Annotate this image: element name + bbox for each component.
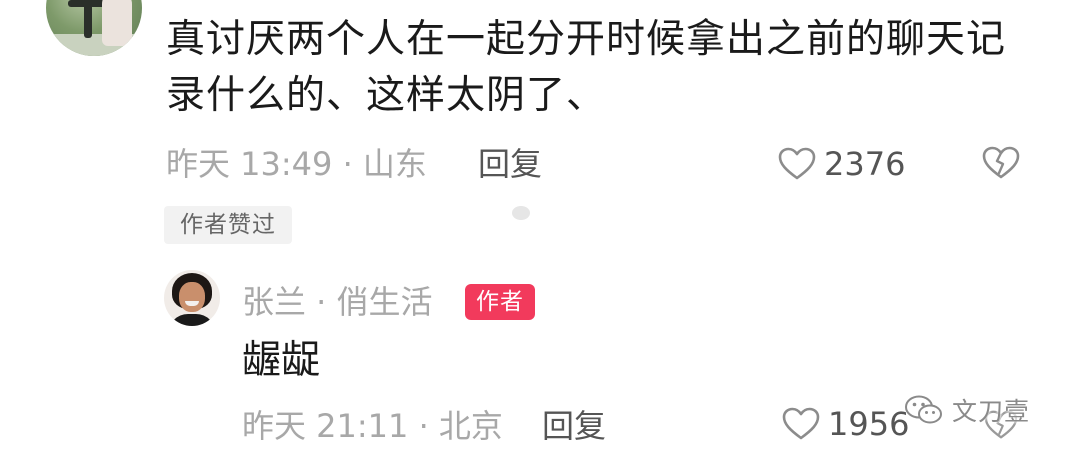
wechat-icon	[904, 394, 944, 426]
avatar-person	[102, 0, 132, 46]
watermark-text: 文刀壹	[952, 397, 1031, 426]
author-liked-badge: 作者赞过	[164, 206, 292, 244]
watermark: 文刀壹	[904, 392, 1030, 428]
comment-like-button[interactable]: 2376	[778, 144, 905, 184]
avatar-face	[179, 282, 205, 312]
comment-meta: 昨天 13:49 · 山东	[166, 145, 427, 183]
reply-like-count: 1956	[828, 405, 910, 443]
broken-heart-icon[interactable]	[982, 146, 1020, 184]
avatar-scooter-stem	[84, 0, 92, 38]
comment-like-count: 2376	[824, 145, 906, 183]
reply-text: 龌龊	[242, 338, 321, 383]
commenter-avatar[interactable]	[46, 0, 142, 56]
decorative-dot	[512, 206, 530, 220]
reply-like-button[interactable]: 1956	[782, 404, 909, 444]
reply-author-name[interactable]: 张兰 · 俏生活	[242, 282, 433, 322]
heart-outline-icon	[782, 407, 820, 441]
comment-reply-button[interactable]: 回复	[478, 144, 542, 184]
comment-text: 真讨厌两个人在一起分开时候拿出之前的聊天记录什么的、这样太阴了、	[166, 17, 1007, 118]
avatar-shoulders	[168, 314, 216, 326]
author-tag-badge: 作者	[465, 284, 535, 320]
reply-meta: 昨天 21:11 · 北京	[242, 407, 503, 445]
heart-outline-icon	[778, 147, 816, 181]
reply-reply-button[interactable]: 回复	[542, 406, 606, 446]
author-avatar[interactable]	[164, 270, 220, 326]
